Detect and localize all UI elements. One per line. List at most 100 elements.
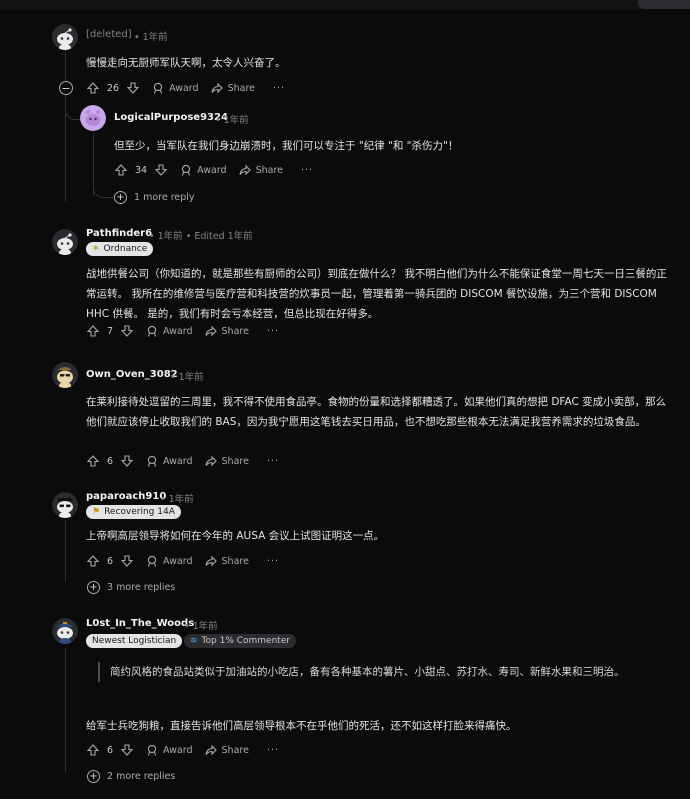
comment-author[interactable]: [deleted] xyxy=(86,29,132,40)
comment-actions: 6 Award Share ··· xyxy=(86,741,279,759)
comment-time: • 1年前 xyxy=(170,372,204,383)
more-options-icon[interactable]: ··· xyxy=(267,456,279,467)
vote-count: 26 xyxy=(107,82,120,94)
snoo-avatar-icon[interactable] xyxy=(52,229,78,255)
share-button[interactable]: Share xyxy=(204,325,249,337)
comment-body: 但至少，当军队在我们身边崩溃时，我们可以专注于 "纪律 "和 "杀伤力"！ xyxy=(114,140,459,152)
comment-time-text: 1年前 xyxy=(142,32,168,43)
badge-icon: ≋ xyxy=(190,636,198,646)
award-button[interactable]: Award xyxy=(146,744,193,756)
comment-body: 上帝啊高层领导将如何在今年的 AUSA 会议上试图证明这一点。 xyxy=(86,530,385,542)
more-replies-label: 2 more replies xyxy=(107,771,176,782)
scrollbar-thumb[interactable] xyxy=(638,0,690,9)
share-button[interactable]: Share xyxy=(239,164,283,176)
snoo-avatar-icon[interactable] xyxy=(52,24,78,50)
upvote-icon[interactable] xyxy=(86,554,100,568)
award-icon xyxy=(181,164,191,176)
expand-plus-icon: + xyxy=(114,191,127,204)
downvote-icon[interactable] xyxy=(120,554,134,568)
comment-author[interactable]: paparoach910 xyxy=(86,491,166,502)
vote-count: 6 xyxy=(107,455,114,467)
user-flair: Newest Logistician xyxy=(86,634,183,648)
upvote-icon[interactable] xyxy=(86,324,100,338)
snoo-avatar-icon[interactable] xyxy=(80,105,106,131)
award-label: Award xyxy=(163,555,193,567)
snoo-avatar-icon[interactable] xyxy=(52,618,78,644)
more-replies-button[interactable]: +2 more replies xyxy=(87,770,175,783)
share-button[interactable]: Share xyxy=(204,555,249,567)
share-label: Share xyxy=(221,555,249,567)
downvote-icon[interactable] xyxy=(120,454,134,468)
award-icon xyxy=(147,555,157,567)
comment-author[interactable]: Pathfinder6 xyxy=(86,228,152,239)
comment-body: 慢慢走向无厨师军队天啊，太令人兴奋了。 xyxy=(86,57,286,69)
upvote-icon[interactable] xyxy=(86,743,100,757)
upvote-icon[interactable] xyxy=(114,163,128,177)
award-icon xyxy=(147,325,157,337)
downvote-icon[interactable] xyxy=(126,81,140,95)
flair-label: Recovering 14A xyxy=(104,507,175,517)
flair-icon: ✶ xyxy=(92,244,100,254)
award-label: Award xyxy=(163,744,193,756)
award-button[interactable]: Award xyxy=(146,555,193,567)
share-button[interactable]: Share xyxy=(211,82,255,94)
downvote-icon[interactable] xyxy=(154,163,168,177)
top-commenter-badge: ≋ Top 1% Commenter xyxy=(184,634,297,648)
comment-time: • 1年前 xyxy=(215,115,249,126)
comment-time-text: 1年前 xyxy=(178,372,204,383)
comment-time: • 1年前 xyxy=(134,32,168,43)
share-label: Share xyxy=(227,82,255,94)
comment-actions: 6 Award Share ··· xyxy=(86,452,279,470)
comment-body: 给军士兵吃狗粮，直接告诉他们高层领导根本不在乎他们的死活，还不如这样打脸来得痛快… xyxy=(86,720,517,732)
more-options-icon[interactable]: ··· xyxy=(267,745,279,756)
user-flair: ⚑ Recovering 14A xyxy=(86,505,181,519)
share-label: Share xyxy=(255,164,283,176)
collapse-icon[interactable]: − xyxy=(59,81,73,95)
comment-time-text: 1年前 xyxy=(157,231,183,242)
comment-author[interactable]: LogicalPurpose9324 xyxy=(114,112,228,123)
award-button[interactable]: Award xyxy=(146,455,193,467)
award-label: Award xyxy=(169,82,199,94)
flair-label: Newest Logistician xyxy=(92,636,177,646)
thread-branch xyxy=(93,180,113,198)
award-button[interactable]: Award xyxy=(152,82,199,94)
comment-time-text: 1年前 xyxy=(192,621,218,632)
more-replies-button[interactable]: +3 more replies xyxy=(87,581,175,594)
share-label: Share xyxy=(221,744,249,756)
award-label: Award xyxy=(163,325,193,337)
vote-count: 7 xyxy=(107,325,114,337)
share-icon xyxy=(204,455,217,467)
snoo-avatar-icon[interactable] xyxy=(52,492,78,518)
more-replies-label: 1 more reply xyxy=(134,192,195,203)
downvote-icon[interactable] xyxy=(120,743,134,757)
award-icon xyxy=(153,82,163,94)
downvote-icon[interactable] xyxy=(120,324,134,338)
share-label: Share xyxy=(221,325,249,337)
share-icon xyxy=(204,325,217,337)
upvote-icon[interactable] xyxy=(86,81,100,95)
share-button[interactable]: Share xyxy=(204,744,249,756)
flair-label: Ordnance xyxy=(103,244,148,254)
share-icon xyxy=(204,555,217,567)
more-options-icon[interactable]: ··· xyxy=(267,326,279,337)
award-icon xyxy=(147,744,157,756)
comment-actions: 26 Award Share ··· xyxy=(86,79,285,97)
more-options-icon[interactable]: ··· xyxy=(301,165,313,176)
more-options-icon[interactable]: ··· xyxy=(273,83,285,94)
comment-time: • 1年前 xyxy=(184,621,218,632)
award-button[interactable]: Award xyxy=(146,325,193,337)
share-icon xyxy=(239,164,251,176)
comment-actions: 7 Award Share ··· xyxy=(86,322,279,340)
comment-actions: 34 Award Share ··· xyxy=(114,161,313,179)
comment-author[interactable]: L0st_In_The_Woods xyxy=(86,618,194,629)
more-options-icon[interactable]: ··· xyxy=(267,556,279,567)
comment-author[interactable]: Own_Oven_3082 xyxy=(86,369,178,380)
share-button[interactable]: Share xyxy=(204,455,249,467)
snoo-avatar-icon[interactable] xyxy=(52,362,78,388)
comment-time-text: 1年前 xyxy=(168,494,194,505)
upvote-icon[interactable] xyxy=(86,454,100,468)
award-button[interactable]: Award xyxy=(180,164,227,176)
badge-label: Top 1% Commenter xyxy=(201,636,291,646)
expand-plus-icon: + xyxy=(87,581,100,594)
more-replies-button[interactable]: +1 more reply xyxy=(114,191,195,204)
